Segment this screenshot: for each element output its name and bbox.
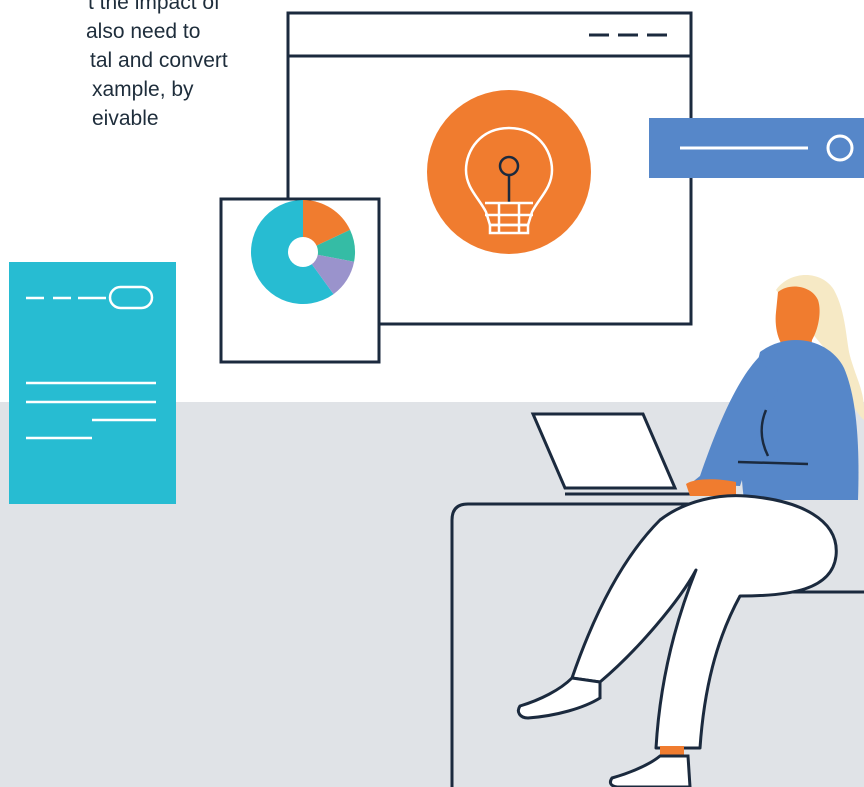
document-icon xyxy=(9,262,176,504)
illustration-stage: t the impact of also need to tal and con… xyxy=(0,0,864,787)
pie-hole xyxy=(288,237,318,267)
person xyxy=(516,275,864,787)
slider-icon xyxy=(649,118,864,178)
pie-chart-card xyxy=(219,197,381,364)
scene-svg xyxy=(9,11,864,787)
lightbulb-icon xyxy=(427,90,591,254)
